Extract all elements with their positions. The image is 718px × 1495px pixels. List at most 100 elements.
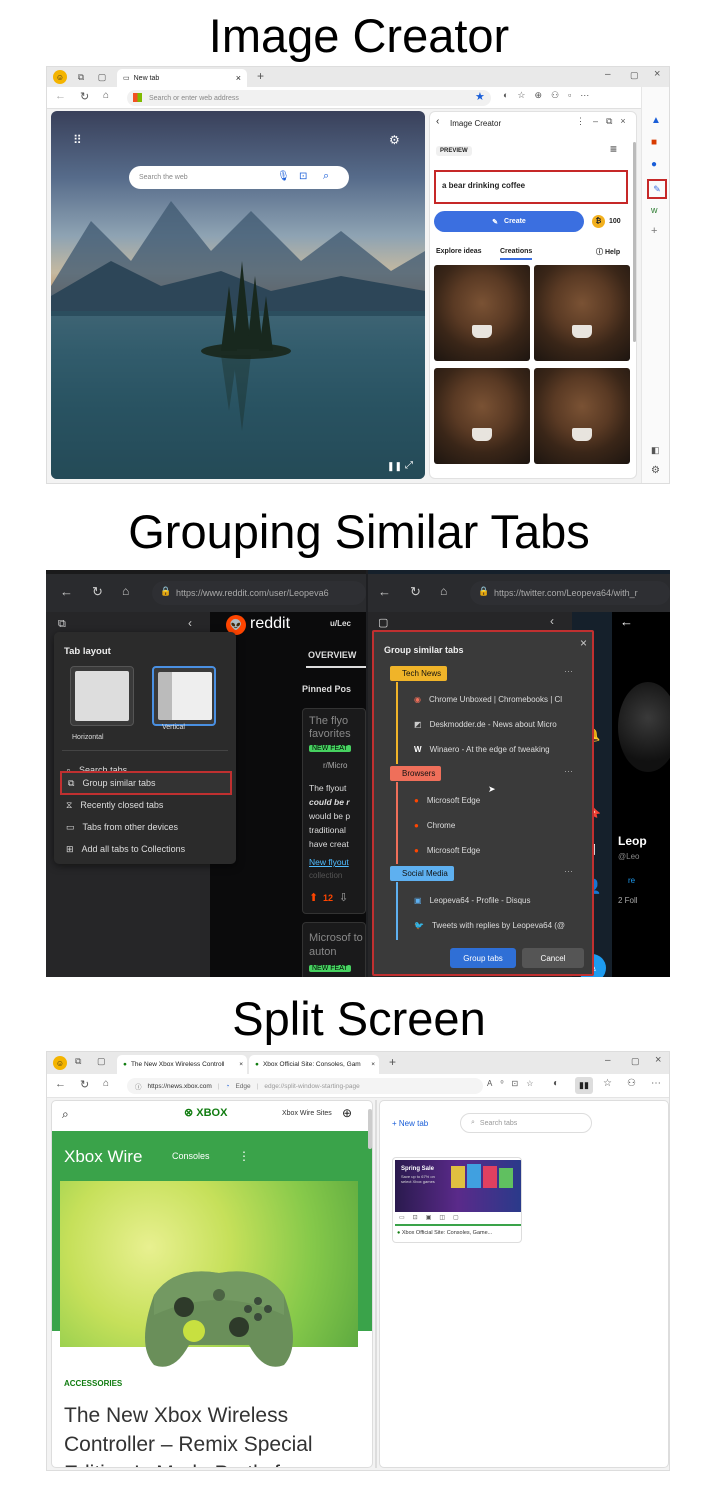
tab-new-tab[interactable]: ▭ New tab ×: [117, 69, 247, 87]
menu-recently-closed[interactable]: ⧖ Recently closed tabs: [60, 795, 232, 815]
refresh-icon[interactable]: ↻: [92, 584, 103, 600]
search-icon[interactable]: ⌕: [62, 1107, 69, 1122]
creation-image-2[interactable]: [534, 265, 630, 361]
group-tab-row[interactable]: ● Microsoft Edge: [414, 796, 480, 805]
group-tab-row[interactable]: ◩ Deskmodder.de - News about Micro: [414, 720, 557, 729]
group-tab-row[interactable]: 🐦 Tweets with replies by Leopeva64 (@: [414, 921, 565, 930]
more-icon[interactable]: ⋯: [651, 1078, 661, 1089]
split-screen-icon[interactable]: ▮▮: [575, 1077, 593, 1094]
upvote-icon[interactable]: ⬆: [309, 891, 318, 904]
minimize-icon[interactable]: –: [605, 1055, 611, 1066]
back-arrow-icon[interactable]: ←: [620, 614, 633, 629]
search-tabs-input[interactable]: ⌕ Search tabs: [460, 1113, 592, 1133]
downvote-icon[interactable]: ⇩: [339, 891, 348, 904]
create-button[interactable]: ✎ Create: [434, 211, 584, 232]
web-search-input[interactable]: Search the web 🎙 ⊡ ⌕: [129, 166, 349, 189]
xbox-logo[interactable]: ⊗ XBOX: [184, 1106, 227, 1119]
toolbar-icons[interactable]: A⁰⊡☆: [487, 1079, 541, 1088]
cancel-button[interactable]: Cancel: [522, 948, 584, 968]
tab-xbox-official[interactable]: ● Xbox Official Site: Consoles, Gam ×: [249, 1055, 379, 1074]
tools-icon[interactable]: ▲: [651, 115, 661, 126]
group-more-icon[interactable]: ···: [564, 766, 573, 776]
sidebar-settings-icon[interactable]: ⚙: [651, 465, 660, 476]
toolbar-icons[interactable]: ◐☆⊕⚇▫⋯: [503, 90, 598, 101]
page-scrollbar[interactable]: [368, 1109, 372, 1149]
group-tab-row[interactable]: ● Chrome: [414, 821, 455, 830]
extensions-icon[interactable]: ⚇: [627, 1078, 636, 1089]
tab-actions-icon[interactable]: ▢: [97, 1056, 106, 1067]
hamburger-menu-icon[interactable]: ≡: [610, 142, 617, 156]
home-icon[interactable]: ⌂: [103, 90, 109, 101]
home-icon[interactable]: ⌂: [122, 584, 129, 598]
group-tab-row[interactable]: ● Microsoft Edge: [414, 846, 480, 855]
group-more-icon[interactable]: ···: [564, 866, 573, 876]
group-more-icon[interactable]: ···: [564, 666, 573, 676]
tab-thumbnail[interactable]: Spring Sale Save up to 67% on select Xbo…: [392, 1157, 522, 1243]
close-tab-icon[interactable]: ×: [371, 1061, 375, 1068]
help-link[interactable]: ⓘ Help: [596, 247, 620, 257]
close-dialog-icon[interactable]: ×: [580, 636, 587, 650]
home-icon[interactable]: ⌂: [440, 584, 447, 598]
copilot-icon[interactable]: ◐: [553, 1078, 559, 1089]
refresh-icon[interactable]: ↻: [80, 1078, 89, 1091]
subreddit-link[interactable]: r/Micro: [323, 761, 347, 770]
right-url-input[interactable]: 🔒 https://twitter.com/Leopeva64/with_r: [470, 581, 670, 605]
split-url-input[interactable]: ⓘ https://news.xbox.com | ◔ Edge | edge:…: [127, 1078, 483, 1094]
workspaces-icon[interactable]: ⧉: [75, 1056, 81, 1067]
menu-other-devices[interactable]: ▭ Tabs from other devices: [60, 817, 232, 837]
minimize-icon[interactable]: –: [605, 69, 611, 80]
games-icon[interactable]: ●: [651, 159, 657, 170]
group-tab-row[interactable]: W Winaero - At the edge of tweaking: [414, 745, 550, 754]
layout-horizontal-option[interactable]: [70, 666, 134, 726]
address-input[interactable]: Search or enter web address: [127, 90, 491, 106]
group-tab-row[interactable]: ▣ Leopeva64 - Profile - Disqus: [414, 896, 531, 905]
hide-sidebar-icon[interactable]: ◧: [651, 445, 660, 456]
profile-icon[interactable]: ☺: [53, 1056, 67, 1070]
shopping-icon[interactable]: ■: [651, 137, 657, 148]
maximize-icon[interactable]: ▢: [630, 70, 639, 81]
profile-icon[interactable]: ☺: [53, 70, 67, 84]
menu-group-similar-tabs[interactable]: ⧉ Group similar tabs: [60, 771, 232, 795]
tab-creations[interactable]: Creations: [500, 248, 533, 260]
new-tab-link[interactable]: + New tab: [392, 1119, 428, 1128]
refresh-icon[interactable]: ↻: [410, 584, 421, 600]
close-tab-icon[interactable]: ×: [236, 73, 241, 83]
group-tabs-button[interactable]: Group tabs: [450, 948, 516, 968]
mic-icon[interactable]: 🎙: [277, 171, 290, 182]
globe-icon[interactable]: ⊕: [342, 1106, 352, 1120]
consoles-link[interactable]: Consoles: [172, 1151, 210, 1161]
creation-image-3[interactable]: [434, 368, 530, 464]
group-tag-browsers[interactable]: Browsers: [390, 766, 442, 781]
group-tab-row[interactable]: ◉ Chrome Unboxed | Chromebooks | Cl: [414, 695, 562, 704]
add-sidebar-icon[interactable]: +: [651, 225, 657, 237]
apps-launcher-icon[interactable]: ⠿: [73, 133, 82, 147]
split-divider[interactable]: [375, 1100, 377, 1468]
settings-gear-icon[interactable]: ⚙: [389, 133, 400, 147]
prompt-input[interactable]: a bear drinking coffee: [434, 170, 628, 204]
maximize-icon[interactable]: ▢: [631, 1056, 640, 1067]
refresh-icon[interactable]: ↻: [80, 90, 89, 103]
favorites-icon[interactable]: ☆: [603, 1078, 612, 1089]
article-title[interactable]: The New Xbox Wireless Controller – Remix…: [64, 1401, 350, 1467]
pause-icon[interactable]: ❚❚: [387, 461, 402, 472]
back-icon[interactable]: ←: [55, 90, 66, 102]
back-icon[interactable]: ←: [60, 584, 73, 599]
search-icon[interactable]: ⌕: [323, 170, 329, 183]
close-tab-icon[interactable]: ×: [239, 1061, 243, 1068]
expand-icon[interactable]: ⤢: [405, 460, 413, 471]
workspaces-icon[interactable]: ⧉: [74, 70, 88, 84]
visual-search-icon[interactable]: ⊡: [299, 171, 307, 182]
collapse-icon[interactable]: ‹: [550, 614, 554, 628]
back-icon[interactable]: ←: [55, 1078, 66, 1090]
second-post-card[interactable]: Microsof to auton NEW FEAT: [302, 922, 366, 977]
home-icon[interactable]: ⌂: [103, 1078, 109, 1089]
back-icon[interactable]: ←: [378, 584, 391, 599]
tab-xbox-wire[interactable]: ● The New Xbox Wireless Controll ×: [117, 1055, 247, 1074]
left-url-input[interactable]: 🔒 https://www.reddit.com/user/Leopeva6: [152, 581, 366, 605]
new-tab-icon[interactable]: +: [389, 1055, 396, 1069]
image-creator-icon[interactable]: ✎: [647, 179, 667, 199]
group-tag-social-media[interactable]: Social Media: [390, 866, 454, 881]
creation-image-4[interactable]: [534, 368, 630, 464]
layout-vertical-option[interactable]: [152, 666, 216, 726]
new-tab-icon[interactable]: +: [257, 69, 264, 83]
